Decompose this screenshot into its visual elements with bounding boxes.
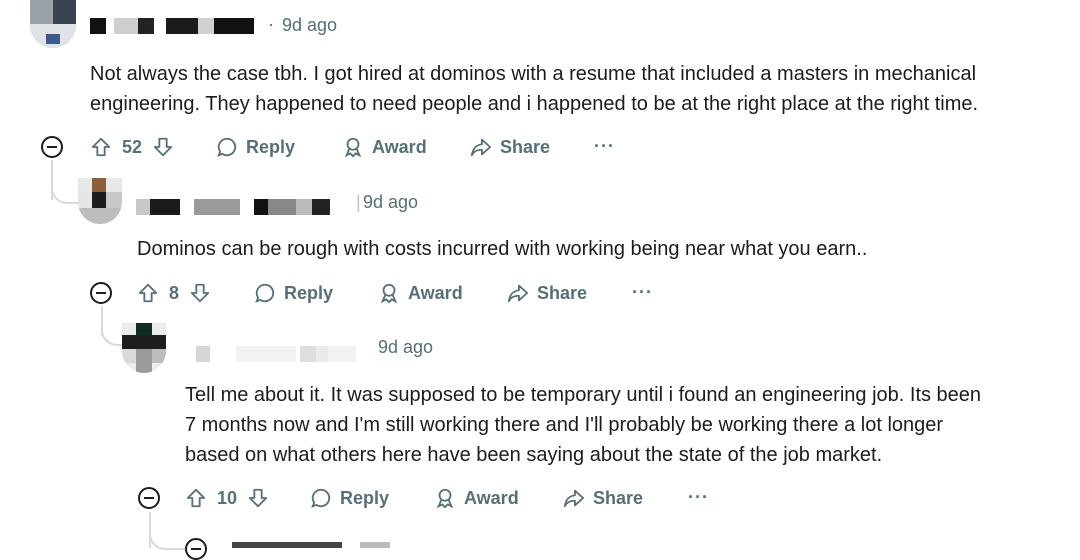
more-options-button[interactable]: ··· xyxy=(632,282,653,303)
comment-body-line: based on what others here have been sayi… xyxy=(185,444,883,466)
reply-button[interactable]: Reply xyxy=(216,136,295,158)
award-button[interactable]: Award xyxy=(378,282,463,304)
reply-label: Reply xyxy=(246,136,296,157)
avatar[interactable] xyxy=(78,178,122,224)
share-icon xyxy=(563,489,585,508)
share-icon xyxy=(470,138,492,157)
share-label: Share xyxy=(593,487,644,508)
reply-bubble-icon xyxy=(311,488,331,508)
comment-body: Tell me about it. It was supposed to be … xyxy=(185,380,981,470)
comment-body-line: Dominos can be rough with costs incurred… xyxy=(137,238,868,260)
thread-branch-comment-2 xyxy=(51,170,81,204)
upvote-icon[interactable] xyxy=(90,136,112,158)
reply-button[interactable]: Reply xyxy=(310,487,389,509)
reply-bubble-icon xyxy=(255,283,275,303)
share-label: Share xyxy=(500,136,551,157)
award-label: Award xyxy=(408,282,463,303)
username-redacted[interactable] xyxy=(90,18,254,34)
award-button[interactable]: Award xyxy=(434,487,519,509)
share-label: Share xyxy=(537,282,588,303)
collapse-icon[interactable] xyxy=(138,487,160,509)
username-redacted[interactable] xyxy=(136,199,330,215)
downvote-icon[interactable] xyxy=(247,487,269,509)
award-label: Award xyxy=(464,487,519,508)
more-options-button[interactable]: ··· xyxy=(688,487,709,508)
username-redacted[interactable] xyxy=(196,346,356,362)
comment-time: 9d ago xyxy=(378,337,434,357)
comment-time: 9d ago xyxy=(282,15,338,35)
share-button[interactable]: Share xyxy=(563,487,643,509)
award-icon xyxy=(380,283,398,304)
more-options-button[interactable]: ··· xyxy=(594,136,615,157)
comment-body-line: 7 months now and I'm still working there… xyxy=(185,414,944,436)
award-icon xyxy=(344,137,362,158)
comment-body-line: Tell me about it. It was supposed to be … xyxy=(185,384,982,406)
collapse-icon[interactable] xyxy=(41,136,63,158)
upvote-icon[interactable] xyxy=(185,487,207,509)
share-button[interactable]: Share xyxy=(470,136,550,158)
downvote-icon[interactable] xyxy=(189,282,211,304)
comment-body-line: engineering. They happened to need peopl… xyxy=(90,93,979,115)
downvote-icon[interactable] xyxy=(152,136,174,158)
vote-count: 8 xyxy=(169,282,180,303)
vote-control: 8 xyxy=(137,282,211,304)
comment-body-line: Not always the case tbh. I got hired at … xyxy=(90,63,977,85)
share-button[interactable]: Share xyxy=(507,282,587,304)
reply-label: Reply xyxy=(284,282,334,303)
reply-bubble-icon xyxy=(217,137,237,157)
comment-body: Dominos can be rough with costs incurred… xyxy=(137,234,867,264)
share-icon xyxy=(507,284,529,303)
reply-button[interactable]: Reply xyxy=(254,282,333,304)
username-redacted xyxy=(232,542,392,548)
separator-dot: · xyxy=(268,14,274,34)
avatar[interactable] xyxy=(122,323,166,373)
award-label: Award xyxy=(372,136,427,157)
vote-control: 10 xyxy=(185,487,269,509)
collapse-icon[interactable] xyxy=(185,538,207,560)
vote-count: 10 xyxy=(217,487,238,508)
comment-time: 9d ago xyxy=(363,192,419,212)
avatar[interactable] xyxy=(30,0,76,48)
award-icon xyxy=(436,488,454,509)
separator-bar: | xyxy=(356,192,361,212)
vote-control: 52 xyxy=(90,136,174,158)
reply-label: Reply xyxy=(340,487,390,508)
award-button[interactable]: Award xyxy=(342,136,427,158)
comment-body: Not always the case tbh. I got hired at … xyxy=(90,59,978,119)
vote-count: 52 xyxy=(122,136,143,157)
collapse-icon[interactable] xyxy=(90,282,112,304)
upvote-icon[interactable] xyxy=(137,282,159,304)
thread-branch-comment-4 xyxy=(149,520,185,550)
